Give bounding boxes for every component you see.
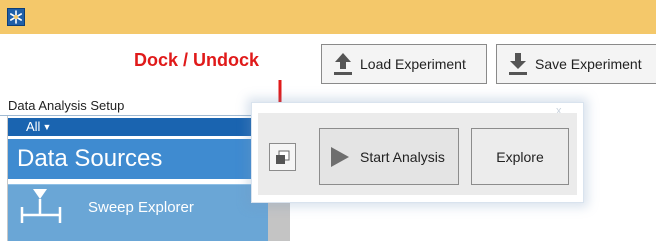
panel-divider	[0, 115, 262, 116]
start-analysis-button[interactable]: Start Analysis	[319, 128, 459, 185]
play-icon	[331, 146, 349, 167]
download-arrow-icon	[509, 53, 527, 75]
sweep-explorer-item[interactable]: Sweep Explorer	[8, 184, 268, 241]
filter-label: All	[26, 119, 41, 134]
data-sources-header: Data Sources	[8, 139, 268, 179]
filter-dropdown[interactable]: All ▼	[8, 118, 268, 136]
load-experiment-button[interactable]: Load Experiment	[321, 44, 487, 84]
upload-arrow-icon	[334, 53, 352, 75]
explore-button[interactable]: Explore	[471, 128, 569, 185]
panel-title: Data Analysis Setup	[8, 98, 125, 113]
save-experiment-button[interactable]: Save Experiment	[496, 44, 656, 84]
explore-label: Explore	[496, 148, 544, 165]
dock-undock-icon	[276, 150, 290, 164]
dock-undock-button[interactable]	[269, 143, 296, 171]
caret-down-icon: ▼	[42, 122, 52, 132]
floating-analysis-toolbar: x Start Analysis Explore	[251, 102, 584, 203]
title-bar	[0, 0, 656, 34]
start-analysis-label: Start Analysis	[360, 148, 445, 165]
sweep-explorer-label: Sweep Explorer	[88, 199, 194, 216]
save-experiment-label: Save Experiment	[535, 56, 642, 72]
dock-undock-annotation: Dock / Undock	[134, 50, 260, 70]
toolbar-body: Start Analysis Explore	[258, 113, 577, 195]
load-experiment-label: Load Experiment	[360, 56, 466, 72]
snowflake-app-icon[interactable]	[7, 8, 25, 26]
sweep-icon	[20, 189, 62, 223]
